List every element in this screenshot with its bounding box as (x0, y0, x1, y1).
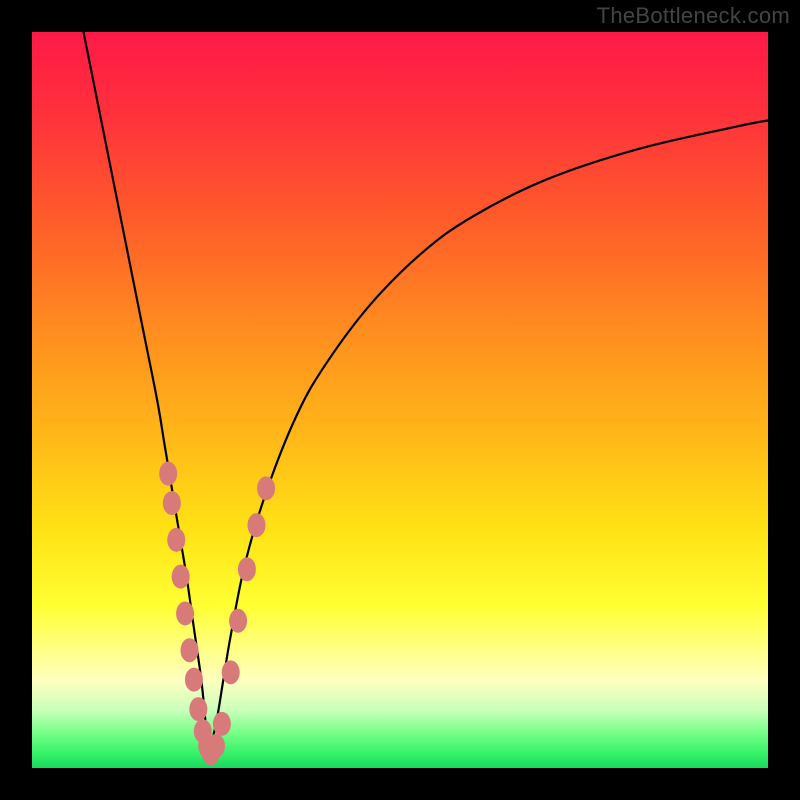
data-marker (257, 476, 275, 500)
data-marker (163, 491, 181, 515)
data-marker (229, 609, 247, 633)
data-marker (247, 513, 265, 537)
data-marker (207, 734, 225, 758)
watermark-text: TheBottleneck.com (597, 3, 790, 29)
data-marker (189, 697, 207, 721)
data-marker (159, 462, 177, 486)
data-marker (176, 601, 194, 625)
data-markers (159, 462, 275, 766)
data-marker (181, 638, 199, 662)
plot-area (32, 32, 768, 768)
data-marker (213, 712, 231, 736)
data-marker (167, 528, 185, 552)
chart-frame: TheBottleneck.com (0, 0, 800, 800)
curve-layer (32, 32, 768, 768)
data-marker (172, 565, 190, 589)
right-branch (209, 120, 768, 753)
data-marker (222, 660, 240, 684)
data-marker (238, 557, 256, 581)
data-marker (185, 668, 203, 692)
